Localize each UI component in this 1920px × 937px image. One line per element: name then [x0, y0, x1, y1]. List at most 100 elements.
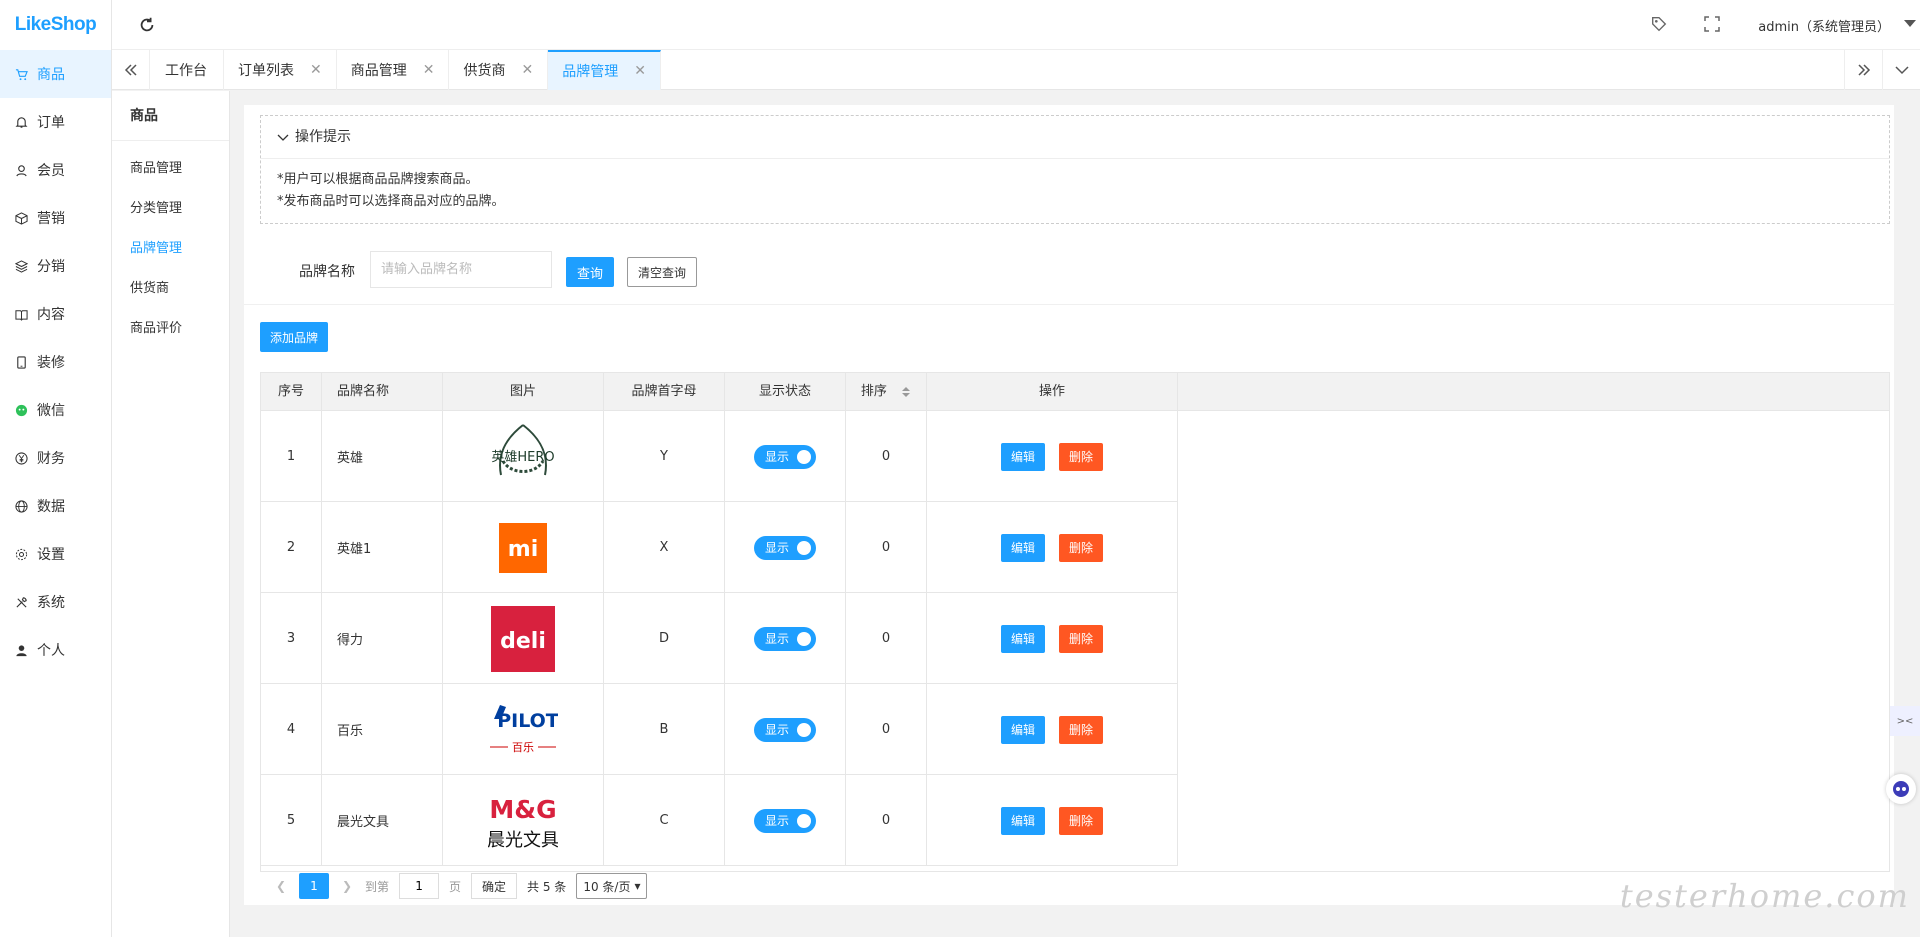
tab-2[interactable]: 商品管理 ✕ — [337, 50, 450, 90]
sidebar-item-0[interactable]: 商品 — [0, 50, 111, 98]
sidebar-item-label: 会员 — [37, 163, 65, 179]
edit-button[interactable]: 编辑 — [1001, 442, 1045, 471]
caret-down-icon[interactable] — [1904, 20, 1916, 27]
tab-3[interactable]: 供货商 ✕ — [449, 50, 549, 90]
page-number-input[interactable] — [399, 873, 440, 899]
search-button[interactable]: 查询 — [566, 257, 614, 287]
edit-button[interactable]: 编辑 — [1001, 624, 1045, 653]
tab-0[interactable]: 工作台 — [151, 50, 224, 90]
phone-icon — [14, 355, 28, 369]
side-tool-icon[interactable]: >< — [1890, 706, 1920, 736]
sidebar-item-5[interactable]: 内容 — [0, 290, 111, 338]
table-row: 1 英雄 英雄HERO Y 显示 0 编辑 删除 — [261, 411, 1178, 502]
tips-header[interactable]: 操作提示 — [261, 116, 1889, 159]
delete-button[interactable]: 删除 — [1059, 442, 1103, 471]
secondary-sidebar: 商品 商品管理 分类管理 品牌管理 供货商 商品评价 — [112, 91, 230, 937]
brand-name-input[interactable] — [370, 251, 552, 288]
cell-no: 2 — [261, 502, 322, 593]
toggle-knob — [797, 540, 811, 555]
sidebar-item-label: 订单 — [37, 115, 65, 131]
tip-line: *发布商品时可以选择商品对应的品牌。 — [277, 194, 505, 209]
next-page-icon[interactable]: ❯ — [335, 879, 359, 893]
sidebar-item-3[interactable]: 营销 — [0, 194, 111, 242]
tag-icon[interactable] — [1650, 15, 1668, 33]
sort-icon[interactable] — [901, 386, 911, 398]
sidebar-item-label: 设置 — [37, 547, 65, 563]
status-toggle[interactable]: 显示 — [754, 808, 816, 833]
edit-button[interactable]: 编辑 — [1001, 806, 1045, 835]
sidebar-item-label: 数据 — [37, 499, 65, 515]
subnav-item-3[interactable]: 供货商 — [112, 269, 229, 309]
cell-sort: 0 — [846, 502, 927, 593]
page-unit: 页 — [449, 879, 462, 894]
close-icon[interactable]: ✕ — [423, 62, 435, 78]
sidebar-item-10[interactable]: 设置 — [0, 530, 111, 578]
cell-sort: 0 — [846, 411, 927, 502]
delete-button[interactable]: 删除 — [1059, 715, 1103, 744]
delete-button[interactable]: 删除 — [1059, 624, 1103, 653]
sidebar-item-7[interactable]: 微信 — [0, 386, 111, 434]
status-toggle[interactable]: 显示 — [754, 444, 816, 469]
close-icon[interactable]: ✕ — [634, 63, 646, 79]
user-menu[interactable]: admin（系统管理员） — [1758, 16, 1890, 35]
sidebar-item-9[interactable]: 数据 — [0, 482, 111, 530]
gear-icon — [14, 547, 28, 561]
tabs-menu-chevron-down-icon[interactable] — [1882, 50, 1920, 90]
cell-actions: 编辑 删除 — [927, 593, 1178, 684]
tab-4[interactable]: 品牌管理 ✕ — [548, 50, 661, 90]
refresh-icon[interactable] — [138, 16, 156, 34]
subnav-item-2[interactable]: 品牌管理 — [112, 229, 229, 269]
current-page[interactable]: 1 — [299, 873, 329, 899]
sidebar-item-label: 个人 — [37, 643, 65, 659]
cell-name: 晨光文具 — [322, 775, 443, 866]
table-row: 3 得力 deli D 显示 0 编辑 删除 — [261, 593, 1178, 684]
goto-confirm-button[interactable]: 确定 — [471, 873, 518, 899]
sidebar-item-4[interactable]: 分销 — [0, 242, 111, 290]
fullscreen-icon[interactable] — [1704, 16, 1720, 32]
chevron-down-icon: ▾ — [634, 879, 641, 893]
subnav-item-4[interactable]: 商品评价 — [112, 309, 229, 349]
tabs-scroll-left-icon[interactable] — [112, 50, 150, 90]
sidebar-item-label: 分销 — [37, 259, 65, 275]
page-size-select[interactable]: 10 条/页 ▾ — [576, 873, 648, 899]
cube-icon — [14, 211, 28, 225]
cell-actions: 编辑 删除 — [927, 411, 1178, 502]
cell-image: PILOT 百乐 — [443, 684, 604, 775]
delete-button[interactable]: 删除 — [1059, 806, 1103, 835]
app-logo[interactable]: LikeShop — [0, 0, 111, 50]
sidebar-item-2[interactable]: 会员 — [0, 146, 111, 194]
cell-no: 4 — [261, 684, 322, 775]
book-icon — [14, 307, 28, 321]
sidebar-item-6[interactable]: 装修 — [0, 338, 111, 386]
col-sort[interactable]: 排序 — [846, 373, 927, 411]
sidebar-item-8[interactable]: 财务 — [0, 434, 111, 482]
edit-button[interactable]: 编辑 — [1001, 715, 1045, 744]
sidebar-item-11[interactable]: 系统 — [0, 578, 111, 626]
close-icon[interactable]: ✕ — [521, 62, 533, 78]
subnav-item-1[interactable]: 分类管理 — [112, 189, 229, 229]
sidebar-item-12[interactable]: 个人 — [0, 626, 111, 674]
cell-image: mi — [443, 502, 604, 593]
tab-1[interactable]: 订单列表 ✕ — [224, 50, 337, 90]
status-toggle[interactable]: 显示 — [754, 535, 816, 560]
add-brand-button[interactable]: 添加品牌 — [260, 322, 328, 352]
status-toggle-label: 显示 — [765, 632, 790, 646]
clear-search-button[interactable]: 清空查询 — [627, 257, 697, 287]
cell-actions: 编辑 删除 — [927, 775, 1178, 866]
edit-button[interactable]: 编辑 — [1001, 533, 1045, 562]
mg-logo-sub: 晨光文具 — [488, 830, 558, 851]
tabs-scroll-right-icon[interactable] — [1844, 50, 1882, 90]
status-toggle[interactable]: 显示 — [754, 626, 816, 651]
subnav-item-0[interactable]: 商品管理 — [112, 149, 229, 189]
prev-page-icon[interactable]: ❮ — [269, 879, 293, 893]
hero-logo-text: 英雄HERO — [491, 450, 554, 465]
col-image: 图片 — [443, 373, 604, 411]
delete-button[interactable]: 删除 — [1059, 533, 1103, 562]
close-icon[interactable]: ✕ — [310, 62, 322, 78]
status-toggle[interactable]: 显示 — [754, 717, 816, 742]
mg-logo-text: M&G — [489, 795, 556, 824]
table-header: 序号 品牌名称 图片 品牌首字母 显示状态 排序 操作 — [261, 373, 1889, 411]
sidebar-item-1[interactable]: 订单 — [0, 98, 111, 146]
tools-icon — [14, 595, 28, 609]
assistant-bot-icon[interactable] — [1886, 774, 1916, 804]
